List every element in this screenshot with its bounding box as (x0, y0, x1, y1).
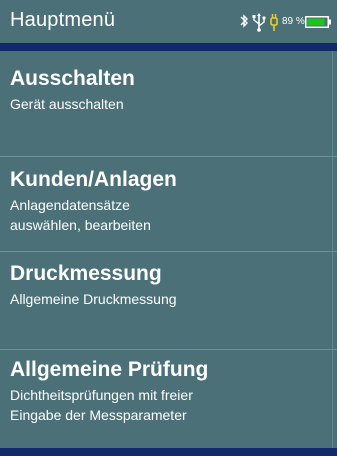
menu-item-description: Allgemeine Druckmessung (10, 291, 177, 307)
battery-icon (305, 16, 331, 28)
menu-item-title: Ausschalten (10, 67, 135, 90)
menu-separator (0, 251, 337, 252)
menu-right-border (332, 51, 333, 448)
menu-item-title: Allgemeine Prüfung (10, 358, 209, 381)
menu-item-druckmessung[interactable]: Druckmessung Allgemeine Druckmessung (0, 251, 337, 309)
menu-item-description-line1: Dichtheitsprüfungen mit freier (10, 387, 193, 403)
menu-separator (0, 156, 337, 157)
menu-item-description: Gerät ausschalten (10, 96, 124, 112)
menu-item-ausschalten[interactable]: Ausschalten Gerät ausschalten (0, 56, 337, 114)
header-divider (0, 43, 337, 51)
footer-divider (0, 448, 337, 456)
menu-separator (0, 349, 337, 350)
menu-item-kunden-anlagen[interactable]: Kunden/Anlagen Anlagendatensätze auswähl… (0, 157, 337, 235)
battery-percent: 89 % (282, 16, 305, 27)
menu-item-title: Kunden/Anlagen (10, 168, 177, 191)
menu-item-description-line1: Anlagendatensätze (10, 197, 130, 213)
menu-item-description-line2: Eingabe der Messparameter (10, 407, 187, 423)
main-menu: Ausschalten Gerät ausschalten Kunden/Anl… (0, 51, 337, 448)
status-bar: Hauptmenü 89 % (0, 0, 337, 43)
bluetooth-icon (240, 14, 248, 28)
menu-item-description-line2: auswählen, bearbeiten (10, 217, 151, 233)
usb-icon (252, 13, 266, 32)
menu-item-title: Druckmessung (10, 262, 162, 285)
menu-item-allgemeine-pruefung[interactable]: Allgemeine Prüfung Dichtheitsprüfungen m… (0, 347, 337, 425)
plug-icon (270, 14, 278, 31)
screen-title: Hauptmenü (10, 9, 116, 31)
